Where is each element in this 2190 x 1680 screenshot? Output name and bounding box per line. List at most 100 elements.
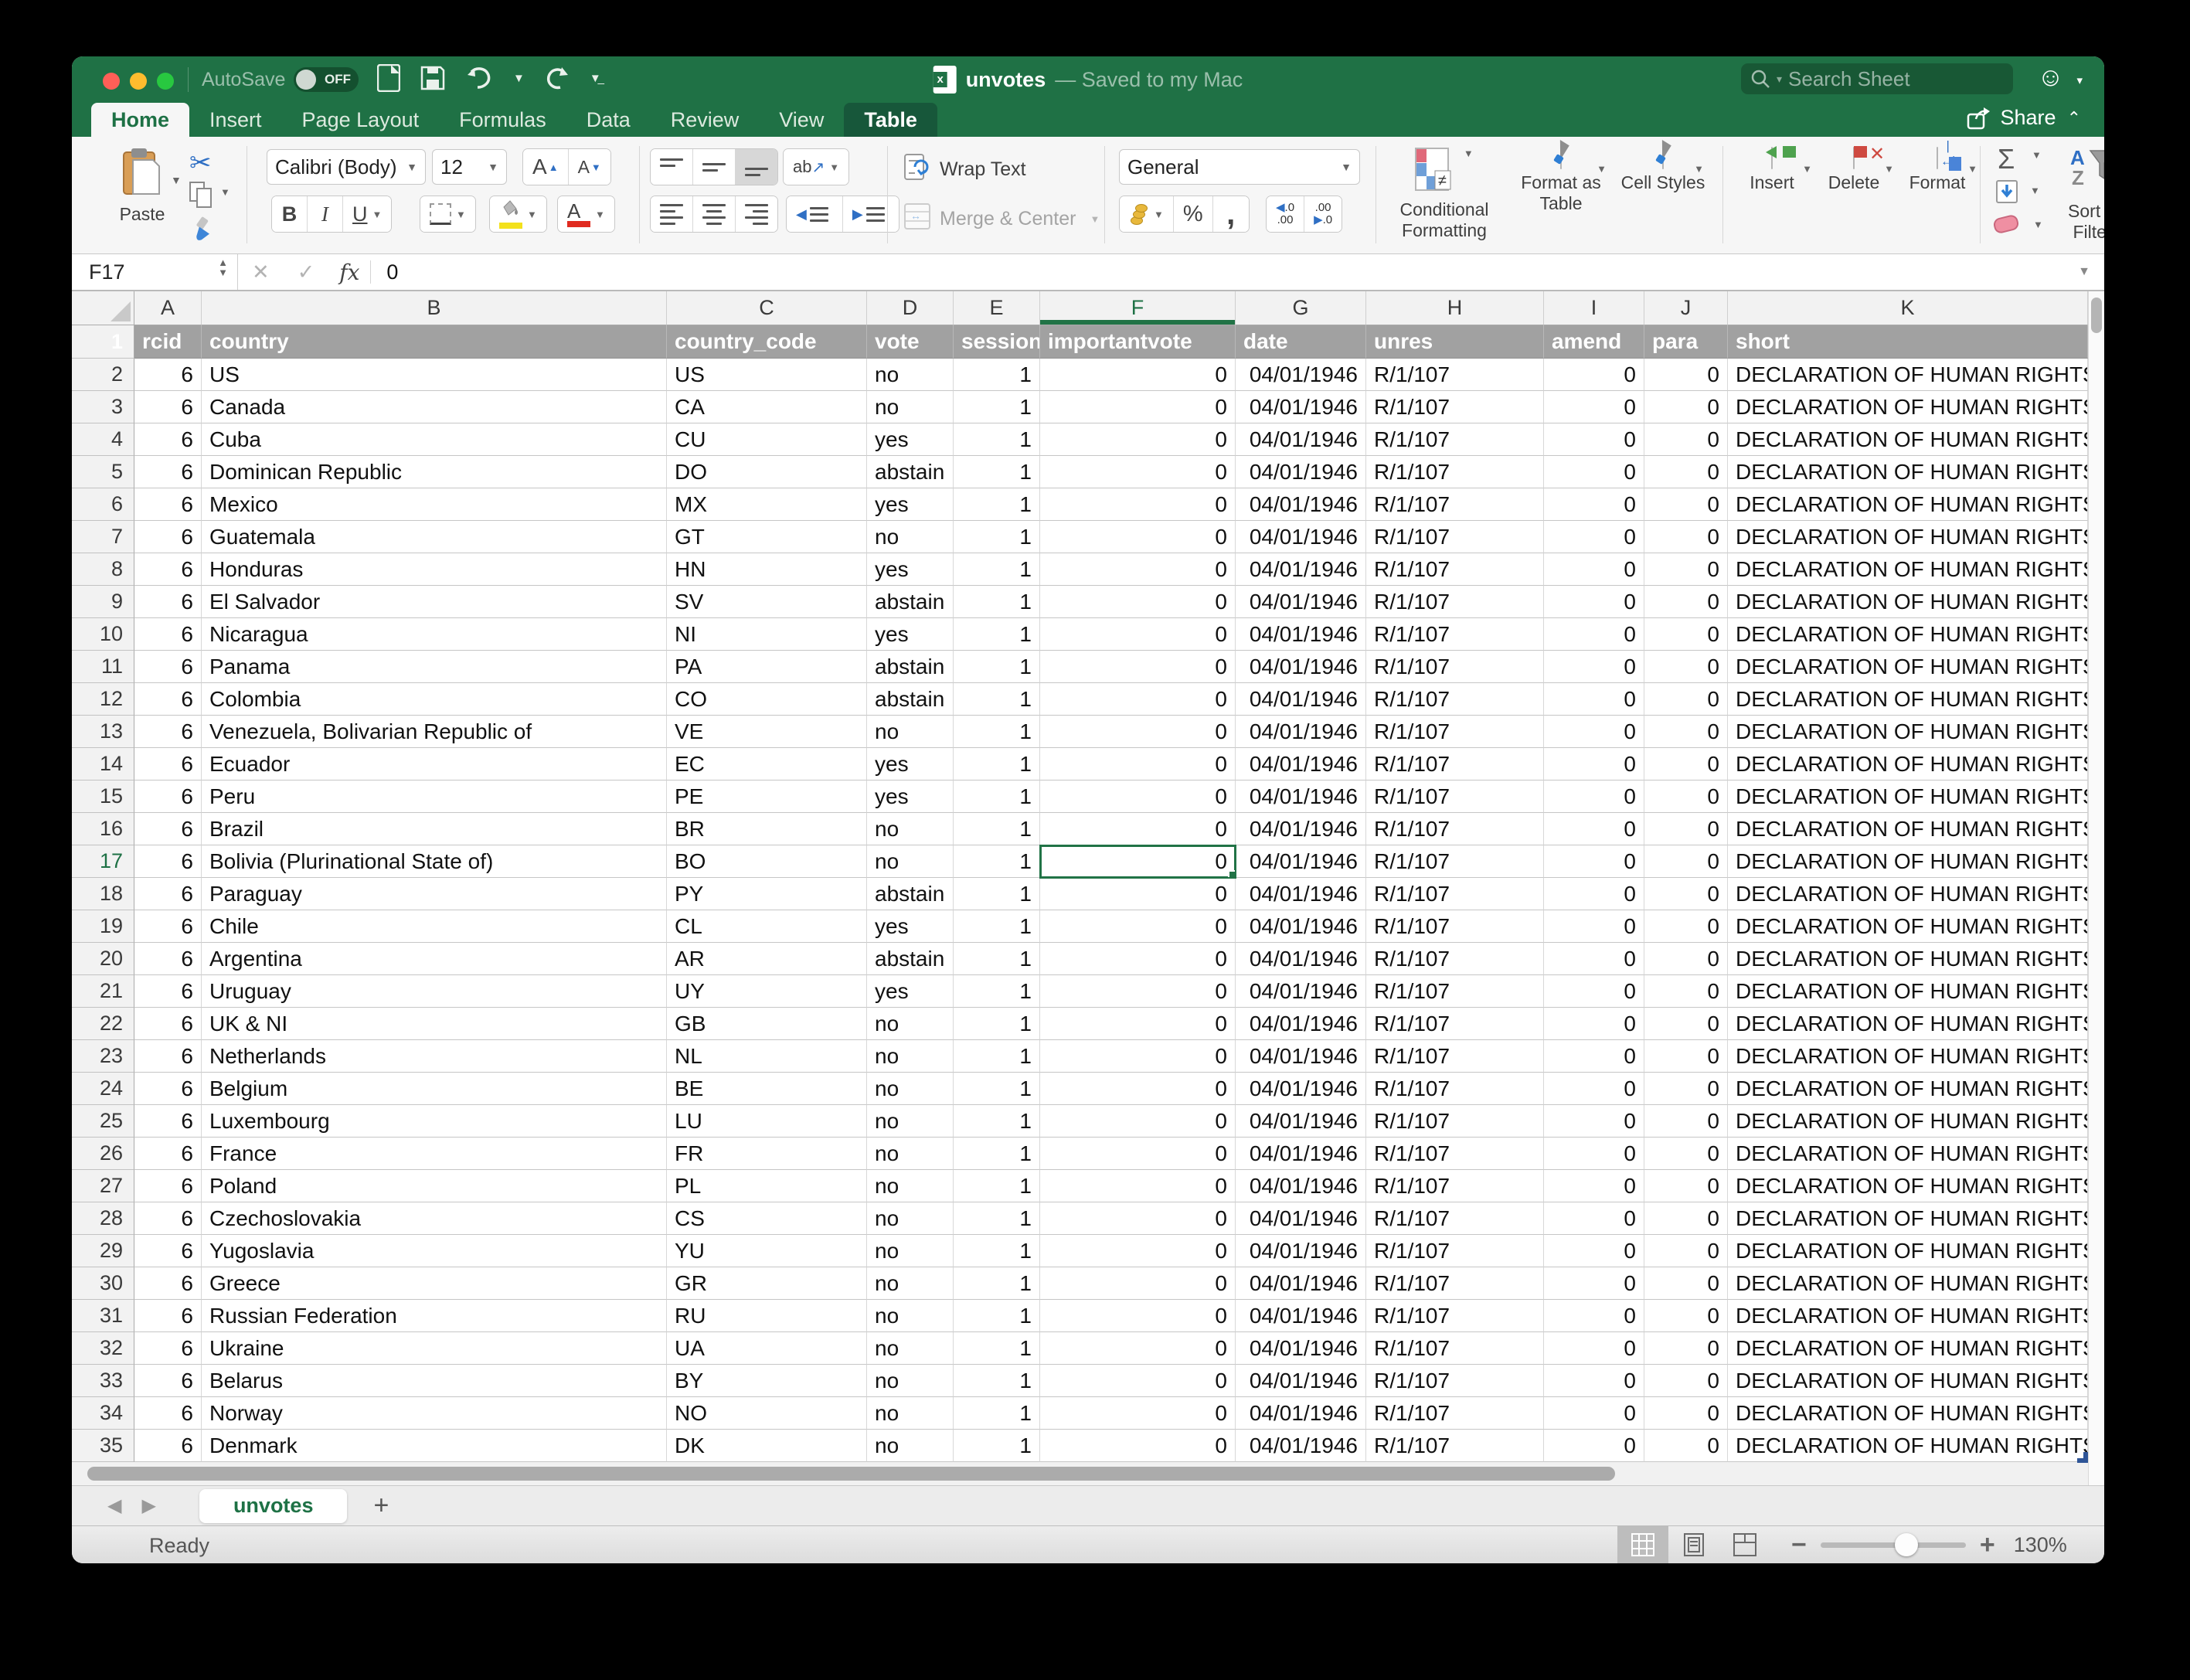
cell-K17[interactable]: DECLARATION OF HUMAN RIGHTS <box>1728 845 2088 878</box>
cell-I20[interactable]: 0 <box>1544 943 1644 975</box>
cell-C11[interactable]: PA <box>667 651 867 683</box>
cell-D28[interactable]: no <box>867 1202 954 1235</box>
cell-H14[interactable]: R/1/107 <box>1366 748 1544 780</box>
cell-H15[interactable]: R/1/107 <box>1366 780 1544 813</box>
cell-A27[interactable]: 6 <box>134 1170 202 1202</box>
cell-B17[interactable]: Bolivia (Plurinational State of) <box>202 845 667 878</box>
cell-C30[interactable]: GR <box>667 1267 867 1300</box>
cell-D26[interactable]: no <box>867 1138 954 1170</box>
cell-J5[interactable]: 0 <box>1644 456 1728 488</box>
sheet-tab-unvotes[interactable]: unvotes <box>199 1489 348 1523</box>
row-header-23[interactable]: 23 <box>72 1040 134 1073</box>
cell-A17[interactable]: 6 <box>134 845 202 878</box>
copy-caret-icon[interactable]: ▼ <box>220 186 230 198</box>
cell-H35[interactable]: R/1/107 <box>1366 1430 1544 1462</box>
decrease-decimal-button[interactable]: .00▶.0 <box>1304 196 1342 232</box>
cell-I29[interactable]: 0 <box>1544 1235 1644 1267</box>
cell-H6[interactable]: R/1/107 <box>1366 488 1544 521</box>
cell-A31[interactable]: 6 <box>134 1300 202 1332</box>
cell-D10[interactable]: yes <box>867 618 954 651</box>
conditional-formatting-button[interactable]: ≠ ▼ Conditional Formatting <box>1390 148 1498 241</box>
cell-H7[interactable]: R/1/107 <box>1366 521 1544 553</box>
wrap-text-button[interactable]: Wrap Text <box>904 154 1026 185</box>
cell-H32[interactable]: R/1/107 <box>1366 1332 1544 1365</box>
selected-cell-F17[interactable]: 0 <box>1040 845 1236 878</box>
cell-C3[interactable]: CA <box>667 391 867 423</box>
cell-I24[interactable]: 0 <box>1544 1073 1644 1105</box>
cell-B13[interactable]: Venezuela, Bolivarian Republic of <box>202 716 667 748</box>
cell-H25[interactable]: R/1/107 <box>1366 1105 1544 1138</box>
number-format-select[interactable]: General▼ <box>1119 149 1360 185</box>
cell-G5[interactable]: 04/01/1946 <box>1236 456 1366 488</box>
cell-F35[interactable]: 0 <box>1040 1430 1236 1462</box>
cell-K4[interactable]: DECLARATION OF HUMAN RIGHTS <box>1728 423 2088 456</box>
text-orientation-button[interactable]: ab↗▼ <box>784 149 848 185</box>
cell-I14[interactable]: 0 <box>1544 748 1644 780</box>
cell-D34[interactable]: no <box>867 1397 954 1430</box>
cell-G33[interactable]: 04/01/1946 <box>1236 1365 1366 1397</box>
cell-styles-caret-icon[interactable]: ▼ <box>1694 163 1704 175</box>
row-header-32[interactable]: 32 <box>72 1332 134 1365</box>
row-header-16[interactable]: 16 <box>72 813 134 845</box>
autosum-caret-icon[interactable]: ▼ <box>2032 149 2042 161</box>
cell-I33[interactable]: 0 <box>1544 1365 1644 1397</box>
cell-I9[interactable]: 0 <box>1544 586 1644 618</box>
cell-B23[interactable]: Netherlands <box>202 1040 667 1073</box>
cell-C10[interactable]: NI <box>667 618 867 651</box>
cell-E12[interactable]: 1 <box>954 683 1040 716</box>
insert-function-icon[interactable]: fx <box>328 260 370 285</box>
cell-G26[interactable]: 04/01/1946 <box>1236 1138 1366 1170</box>
row-header-28[interactable]: 28 <box>72 1202 134 1235</box>
cell-E32[interactable]: 1 <box>954 1332 1040 1365</box>
cell-E34[interactable]: 1 <box>954 1397 1040 1430</box>
cell-C29[interactable]: YU <box>667 1235 867 1267</box>
cell-I7[interactable]: 0 <box>1544 521 1644 553</box>
cell-C23[interactable]: NL <box>667 1040 867 1073</box>
normal-view-button[interactable] <box>1617 1526 1668 1563</box>
cell-C26[interactable]: FR <box>667 1138 867 1170</box>
cell-I8[interactable]: 0 <box>1544 553 1644 586</box>
cell-E27[interactable]: 1 <box>954 1170 1040 1202</box>
cell-D27[interactable]: no <box>867 1170 954 1202</box>
cell-J35[interactable]: 0 <box>1644 1430 1728 1462</box>
cell-K2[interactable]: DECLARATION OF HUMAN RIGHTS <box>1728 359 2088 391</box>
cell-G6[interactable]: 04/01/1946 <box>1236 488 1366 521</box>
cell-B24[interactable]: Belgium <box>202 1073 667 1105</box>
column-header-F[interactable]: F <box>1040 291 1236 325</box>
cell-J9[interactable]: 0 <box>1644 586 1728 618</box>
cell-H9[interactable]: R/1/107 <box>1366 586 1544 618</box>
cell-D24[interactable]: no <box>867 1073 954 1105</box>
row-header-8[interactable]: 8 <box>72 553 134 586</box>
cell-J32[interactable]: 0 <box>1644 1332 1728 1365</box>
cell-B20[interactable]: Argentina <box>202 943 667 975</box>
cell-I3[interactable]: 0 <box>1544 391 1644 423</box>
conditional-formatting-caret-icon[interactable]: ▼ <box>1464 148 1474 159</box>
cell-D17[interactable]: no <box>867 845 954 878</box>
cell-C12[interactable]: CO <box>667 683 867 716</box>
cell-J33[interactable]: 0 <box>1644 1365 1728 1397</box>
cell-D22[interactable]: no <box>867 1008 954 1040</box>
cell-B9[interactable]: El Salvador <box>202 586 667 618</box>
cell-A18[interactable]: 6 <box>134 878 202 910</box>
cell-B10[interactable]: Nicaragua <box>202 618 667 651</box>
cell-B19[interactable]: Chile <box>202 910 667 943</box>
cell-K25[interactable]: DECLARATION OF HUMAN RIGHTS <box>1728 1105 2088 1138</box>
cell-E8[interactable]: 1 <box>954 553 1040 586</box>
cell-E20[interactable]: 1 <box>954 943 1040 975</box>
cell-F14[interactable]: 0 <box>1040 748 1236 780</box>
cell-F22[interactable]: 0 <box>1040 1008 1236 1040</box>
cell-K34[interactable]: DECLARATION OF HUMAN RIGHTS <box>1728 1397 2088 1430</box>
minimize-window-button[interactable] <box>130 73 147 90</box>
cell-E13[interactable]: 1 <box>954 716 1040 748</box>
cell-C14[interactable]: EC <box>667 748 867 780</box>
cell-C5[interactable]: DO <box>667 456 867 488</box>
vertical-scrollbar[interactable] <box>2088 291 2104 1485</box>
cell-D35[interactable]: no <box>867 1430 954 1462</box>
cell-K33[interactable]: DECLARATION OF HUMAN RIGHTS <box>1728 1365 2088 1397</box>
cell-E2[interactable]: 1 <box>954 359 1040 391</box>
cell-I19[interactable]: 0 <box>1544 910 1644 943</box>
cell-G23[interactable]: 04/01/1946 <box>1236 1040 1366 1073</box>
cell-E3[interactable]: 1 <box>954 391 1040 423</box>
cell-F32[interactable]: 0 <box>1040 1332 1236 1365</box>
share-icon[interactable] <box>1967 107 1990 130</box>
